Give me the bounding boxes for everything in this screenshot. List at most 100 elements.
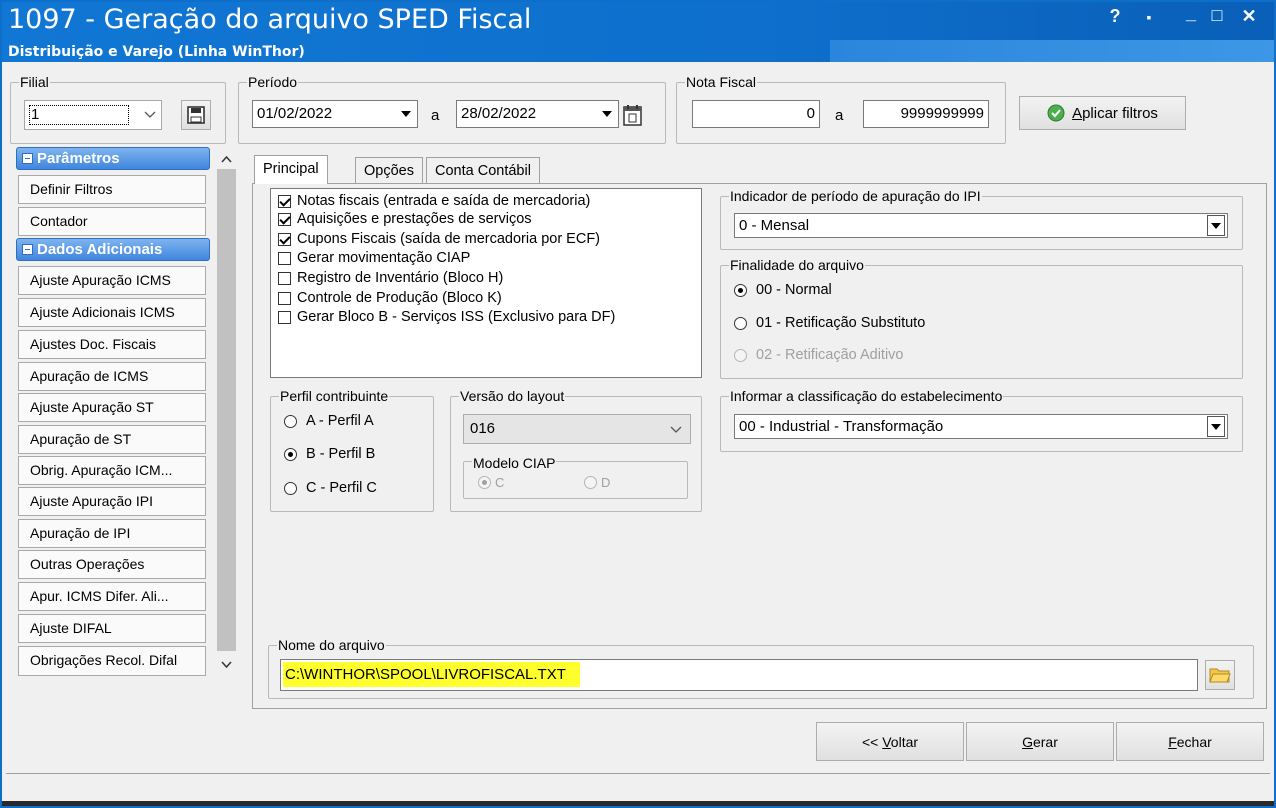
sidebar-group-parametros[interactable]: Parâmetros	[16, 147, 210, 170]
periodo-group: Período 01/02/2022 a 28/02/2022	[238, 74, 666, 144]
dropdown-arrow-icon[interactable]	[598, 103, 616, 125]
checkbox[interactable]	[278, 212, 291, 226]
nota-fiscal-group: Nota Fiscal 0 a 9999999999	[676, 74, 1006, 144]
dropdown-arrow-icon[interactable]	[1207, 215, 1225, 236]
filial-label: Filial	[19, 74, 50, 90]
classificacao-label: Informar a classificação do estabelecime…	[729, 388, 1004, 404]
sidebar-group-dados-adicionais[interactable]: Dados Adicionais	[16, 238, 210, 261]
sidebar-item[interactable]: Ajuste Adicionais ICMS	[18, 298, 206, 327]
radio-button[interactable]	[734, 283, 747, 297]
check-producao[interactable]: Controle de Produção (Bloco K)	[278, 288, 502, 308]
folder-icon	[1209, 668, 1231, 683]
calendar-icon[interactable]	[621, 103, 645, 127]
checkbox[interactable]	[278, 232, 291, 246]
scroll-down-icon[interactable]	[221, 661, 232, 669]
minimize-button[interactable]: _	[1178, 3, 1204, 24]
checkbox[interactable]	[278, 291, 291, 305]
chevron-down-icon	[670, 426, 682, 433]
sidebar-scrollbar[interactable]	[215, 147, 238, 679]
save-button[interactable]	[181, 100, 211, 130]
radio-button[interactable]	[284, 447, 297, 461]
tab-principal[interactable]: Principal	[254, 155, 328, 184]
sidebar-item[interactable]: Ajuste Apuração IPI	[18, 487, 206, 516]
sidebar-item[interactable]: Obrigações Recol. Difal	[18, 646, 206, 676]
scroll-up-icon[interactable]	[221, 155, 232, 163]
close-button[interactable]: ✕	[1236, 6, 1262, 27]
voltar-button[interactable]: << Voltar	[816, 722, 964, 761]
check-inventario[interactable]: Registro de Inventário (Bloco H)	[278, 268, 503, 288]
periodo-label: Período	[247, 74, 299, 90]
perfil-label: Perfil contribuinte	[279, 388, 390, 404]
gerar-button[interactable]: Gerar	[966, 722, 1114, 761]
sidebar-item[interactable]: Ajuste Apuração ST	[18, 393, 206, 422]
classificacao-select[interactable]: 00 - Industrial - Transformação	[734, 414, 1228, 439]
dropdown-arrow-icon[interactable]	[1207, 416, 1225, 437]
radio-button[interactable]	[284, 414, 297, 428]
check-aquisicoes[interactable]: Aquisições e prestações de serviços	[278, 209, 532, 229]
sidebar-item[interactable]: Ajuste DIFAL	[18, 614, 206, 643]
checkbox[interactable]	[278, 310, 291, 324]
sidebar-item[interactable]: Apur. ICMS Difer. Ali...	[18, 582, 206, 611]
help-button[interactable]: ?	[1102, 6, 1128, 27]
fechar-button[interactable]: Fechar	[1116, 722, 1264, 761]
periodo-end-value: 28/02/2022	[461, 105, 537, 122]
maximize-button[interactable]: □	[1204, 5, 1230, 26]
sidebar-item[interactable]: Ajuste Apuração ICMS	[18, 266, 206, 295]
radio-retificacao-substituto[interactable]: 01 - Retificação Substituto	[734, 315, 925, 331]
radio-ciap-c: C	[478, 475, 504, 490]
chevron-down-icon	[141, 104, 159, 126]
check-cupons-fiscais[interactable]: Cupons Fiscais (saída de mercadoria por …	[278, 229, 600, 249]
browse-folder-button[interactable]	[1205, 660, 1235, 690]
sidebar-item[interactable]: Ajustes Doc. Fiscais	[18, 330, 206, 359]
sidebar-item-definir-filtros[interactable]: Definir Filtros	[18, 175, 206, 204]
periodo-start-date[interactable]: 01/02/2022	[252, 100, 418, 128]
periodo-end-date[interactable]: 28/02/2022	[456, 100, 619, 128]
apply-filters-button[interactable]: Aplicar filtros	[1019, 96, 1186, 130]
arquivo-input[interactable]: C:\WINTHOR\SPOOL\LIVROFISCAL.TXT	[280, 659, 1198, 691]
sidebar-item-contador[interactable]: Contador	[18, 207, 206, 236]
dropdown-arrow-icon[interactable]	[397, 103, 415, 125]
classificacao-group: Informar a classificação do estabelecime…	[720, 388, 1243, 452]
filial-select[interactable]: 1	[24, 100, 162, 130]
checkbox[interactable]	[278, 271, 291, 285]
ipi-select[interactable]: 0 - Mensal	[734, 213, 1228, 238]
title-bar[interactable]: 1097 - Geração do arquivo SPED Fiscal Di…	[2, 2, 1274, 62]
scroll-thumb[interactable]	[217, 169, 236, 651]
radio-perfil-b[interactable]: B - Perfil B	[284, 446, 375, 462]
nota-fiscal-start-input[interactable]: 0	[692, 100, 820, 128]
floppy-disk-icon	[187, 106, 205, 124]
check-ciap[interactable]: Gerar movimentação CIAP	[278, 248, 470, 268]
radio-button[interactable]	[734, 316, 747, 330]
sidebar-item[interactable]: Apuração de ICMS	[18, 362, 206, 391]
radio-perfil-a[interactable]: A - Perfil A	[284, 413, 374, 429]
checkbox[interactable]	[278, 251, 291, 265]
voltar-label: << Voltar	[861, 733, 919, 750]
nota-fiscal-label: Nota Fiscal	[685, 74, 758, 90]
collapse-icon[interactable]	[22, 244, 33, 255]
nota-fiscal-end-input[interactable]: 9999999999	[863, 100, 989, 128]
sidebar-item[interactable]: Apuração de ST	[18, 425, 206, 454]
fechar-label: Fechar	[1168, 733, 1212, 750]
periodo-separator: a	[431, 107, 440, 124]
versao-label: Versão do layout	[459, 388, 566, 404]
arquivo-group: Nome do arquivo C:\WINTHOR\SPOOL\LIVROFI…	[268, 637, 1254, 699]
filial-value: 1	[29, 105, 129, 125]
title-decor-band	[830, 40, 1274, 62]
check-bloco-b[interactable]: Gerar Bloco B - Serviços ISS (Exclusivo …	[278, 307, 615, 327]
ipi-value: 0 - Mensal	[739, 217, 810, 234]
sidebar-item[interactable]: Apuração de IPI	[18, 519, 206, 548]
check-notas-fiscais[interactable]: Notas fiscais (entrada e saída de mercad…	[278, 191, 590, 211]
collapse-icon[interactable]	[22, 153, 33, 164]
sidebar-item[interactable]: Outras Operações	[18, 550, 206, 579]
sidebar-item[interactable]: Obrig. Apuração ICM...	[18, 456, 206, 485]
restore-icon[interactable]: ▪	[1136, 9, 1162, 25]
radio-perfil-c[interactable]: C - Perfil C	[284, 480, 377, 496]
radio-button[interactable]	[284, 481, 297, 495]
radio-normal[interactable]: 00 - Normal	[734, 282, 832, 298]
versao-select[interactable]: 016	[463, 414, 691, 444]
finalidade-label: Finalidade do arquivo	[729, 257, 865, 273]
tab-conta-contabil[interactable]: Conta Contábil	[426, 157, 540, 184]
tab-opcoes[interactable]: Opções	[355, 157, 423, 184]
filial-group: Filial 1	[10, 74, 226, 144]
checkbox[interactable]	[278, 194, 291, 208]
